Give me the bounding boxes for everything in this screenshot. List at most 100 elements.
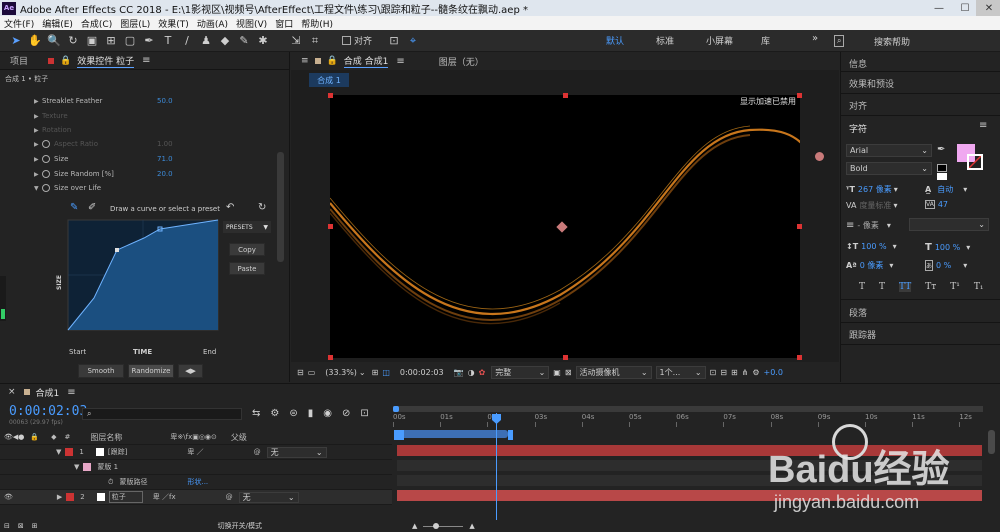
bbox-handle[interactable]: [797, 93, 802, 98]
toggle-transfer-icon[interactable]: ⊠: [18, 522, 24, 530]
parent-dropdown[interactable]: 无 ⌄: [266, 446, 327, 458]
visibility-icon[interactable]: 👁: [4, 493, 13, 501]
resolution-dropdown[interactable]: 完整 ⌄: [491, 365, 550, 379]
bbox-handle[interactable]: [328, 355, 333, 360]
selection-tool-icon[interactable]: ➤: [8, 33, 24, 49]
menu-item-1[interactable]: 编辑(E): [42, 17, 73, 30]
workspace-small-screen[interactable]: 小屏幕: [706, 34, 733, 47]
lock-icon[interactable]: 🔒: [60, 56, 71, 66]
snap-icon[interactable]: ⌗: [307, 33, 323, 49]
property-value[interactable]: 20.0: [157, 170, 173, 178]
workspace-standard[interactable]: 标准: [656, 34, 674, 47]
toggle-expand-icon[interactable]: ⊟: [4, 522, 10, 530]
effect-property-row[interactable]: ▶ Texture: [0, 109, 68, 123]
zoom-in-icon[interactable]: ▲: [469, 522, 474, 530]
workspace-default[interactable]: 默认: [606, 34, 624, 47]
presets-dropdown[interactable]: PRESETS ▼: [223, 221, 271, 233]
rectangle-tool-icon[interactable]: ▢: [122, 33, 138, 49]
camera-tool-icon[interactable]: ▣: [84, 33, 100, 49]
work-area-start-icon[interactable]: [394, 430, 404, 440]
menu-item-0[interactable]: 文件(F): [4, 17, 34, 30]
tab-effect-controls[interactable]: 效果控件 粒子: [77, 54, 135, 68]
text-style-button-4[interactable]: T¹: [950, 282, 960, 292]
snapshot-region-icon[interactable]: ⊟: [297, 368, 304, 377]
close-tab-icon[interactable]: ≡: [301, 56, 309, 66]
hand-tool-icon[interactable]: ✋: [27, 33, 43, 49]
zoom-dropdown[interactable]: (33.3%): [325, 368, 357, 377]
tracking-value[interactable]: 47: [938, 200, 948, 209]
stopwatch-icon[interactable]: [42, 140, 50, 148]
expand-triangle-icon[interactable]: ▶: [34, 98, 42, 105]
property-value[interactable]: 50.0: [157, 97, 173, 105]
lock-icon[interactable]: 🔒: [327, 56, 338, 66]
stopwatch-icon[interactable]: [42, 155, 50, 163]
tab-composition[interactable]: 合成 合成1: [343, 54, 389, 68]
property-value[interactable]: 1.00: [157, 140, 173, 148]
bbox-handle[interactable]: [797, 355, 802, 360]
zoom-slider[interactable]: [423, 522, 464, 529]
layer-row[interactable]: ▼ 1 [跟踪] 卑 ／ @ 无 ⌄: [0, 445, 392, 460]
fast-preview-icon[interactable]: ⊟: [720, 368, 727, 377]
bbox-handle[interactable]: [563, 93, 568, 98]
tab-layer[interactable]: 图层（无）: [439, 55, 484, 68]
pickwhip-icon[interactable]: @: [254, 448, 261, 456]
render-time-icon[interactable]: ⊞: [32, 522, 38, 530]
mask-path-row[interactable]: ⏱ 蒙版路径 形状...: [0, 475, 392, 490]
stroke-width-value[interactable]: - 像素: [857, 220, 878, 231]
layer-name[interactable]: 粒子: [108, 491, 143, 503]
sub-tab-comp[interactable]: 合成 1: [309, 73, 349, 87]
stopwatch-icon[interactable]: [42, 184, 50, 192]
pickwhip-icon[interactable]: @: [226, 493, 233, 501]
bbox-handle[interactable]: [797, 224, 802, 229]
expand-triangle-icon[interactable]: ▶: [34, 113, 42, 120]
work-area-end-icon[interactable]: [508, 430, 513, 440]
menu-item-3[interactable]: 图层(L): [120, 17, 150, 30]
stroke-color-swatch[interactable]: [967, 154, 983, 170]
monitor-icon[interactable]: ▭: [308, 368, 316, 377]
views-dropdown[interactable]: 1个... ⌄: [655, 365, 706, 379]
smooth-button[interactable]: Smooth: [78, 364, 124, 378]
graph-icon[interactable]: ⊡: [360, 408, 368, 419]
layer-bar-track[interactable]: [397, 445, 982, 456]
property-value[interactable]: 71.0: [157, 155, 173, 163]
parent-dropdown[interactable]: 无 ⌄: [238, 491, 299, 503]
stopwatch-icon[interactable]: ⏱: [108, 478, 113, 487]
undo-icon[interactable]: ↶: [226, 202, 234, 213]
eraser-tool-icon[interactable]: ◆: [217, 33, 233, 49]
effect-property-row[interactable]: ▶ Rotation: [0, 123, 71, 137]
camera-dropdown[interactable]: 活动摄像机 ⌄: [575, 365, 652, 379]
vertical-scale-value[interactable]: 100 %: [861, 242, 886, 251]
info-panel-header[interactable]: 信息: [849, 57, 867, 70]
draft-3d-icon[interactable]: ⚙: [270, 408, 279, 419]
puppet-tool-icon[interactable]: ✱: [255, 33, 271, 49]
leading-value[interactable]: 自动: [937, 184, 953, 195]
maximize-button[interactable]: ☐: [952, 0, 978, 16]
current-time[interactable]: 0:00:02:03: [400, 368, 444, 377]
search-help-input[interactable]: 搜索帮助: [874, 35, 910, 48]
time-ruler[interactable]: 00s01s02s03s04s05s06s07s08s09s10s11s12s: [393, 413, 983, 427]
eyedropper-icon[interactable]: ✒: [937, 144, 945, 155]
tracker-header[interactable]: 跟踪器: [849, 328, 876, 341]
text-style-button-5[interactable]: T₁: [974, 282, 984, 292]
text-style-button-0[interactable]: T: [859, 282, 865, 292]
zoom-tool-icon[interactable]: 🔍: [46, 33, 62, 49]
effect-property-row[interactable]: ▶ Aspect Ratio 1.00: [0, 137, 173, 151]
bbox-handle[interactable]: [328, 224, 333, 229]
align-checkbox[interactable]: [342, 36, 351, 45]
expand-triangle-icon[interactable]: ▶: [34, 156, 42, 163]
menu-item-5[interactable]: 动画(A): [197, 17, 228, 30]
expand-triangle-icon[interactable]: ▶: [34, 141, 42, 148]
pan-behind-tool-icon[interactable]: ⊞: [103, 33, 119, 49]
mask-visibility-icon[interactable]: ◫: [382, 368, 390, 377]
layer-color-icon[interactable]: [66, 493, 75, 501]
tsume-value[interactable]: 0 %: [936, 261, 951, 270]
panel-menu-icon[interactable]: ≡: [67, 387, 75, 398]
baseline-shift-value[interactable]: 0 像素: [860, 260, 884, 271]
text-style-button-3[interactable]: Tт: [925, 282, 936, 292]
stroke-style-dropdown[interactable]: ⌄: [909, 218, 989, 231]
minimize-button[interactable]: —: [926, 0, 952, 16]
text-style-button-2[interactable]: TT: [899, 282, 912, 292]
menu-item-6[interactable]: 视图(V): [236, 17, 267, 30]
panel-menu-icon[interactable]: ≡: [396, 56, 404, 67]
menu-item-8[interactable]: 帮助(H): [301, 17, 333, 30]
